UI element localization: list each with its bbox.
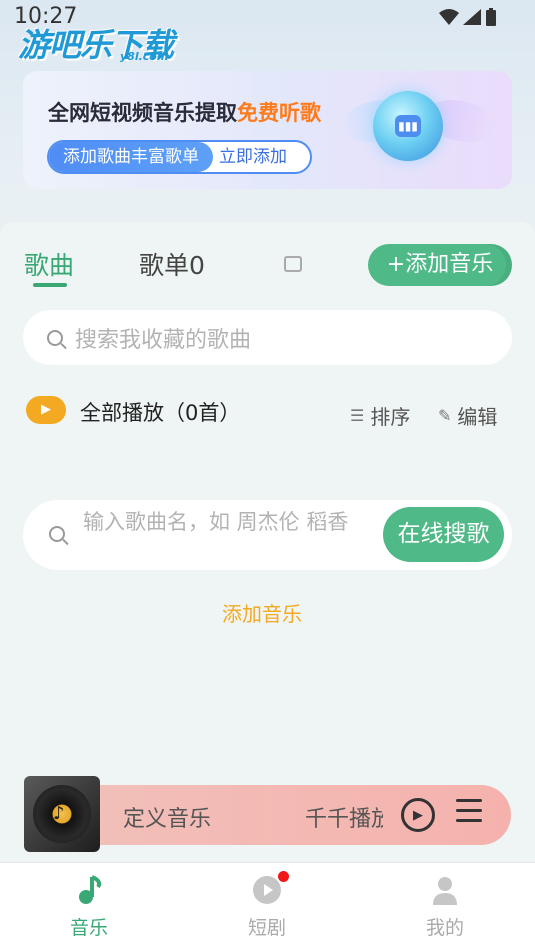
banner-add-pill[interactable]: 添加歌曲丰富歌单 立即添加 (47, 140, 312, 174)
play-all-icon[interactable]: ▶ (26, 396, 66, 424)
sort-icon: ☰ (350, 406, 365, 425)
add-music-link[interactable]: 添加音乐 (222, 598, 302, 627)
banner-pill-left-label: 添加歌曲丰富歌单 (49, 142, 213, 172)
sort-button[interactable]: ☰ 排序 (350, 401, 410, 430)
playlist-icon[interactable] (456, 799, 482, 827)
audio-wave-icon: ▮▮▮ (395, 115, 421, 137)
video-play-icon (227, 871, 307, 907)
promo-banner[interactable]: 全网短视频音乐提取免费听歌 添加歌曲丰富歌单 立即添加 ▮▮▮ (23, 71, 512, 189)
online-search-box: 输入歌曲名，如 周杰伦 稻香 在线搜歌 (23, 500, 512, 570)
edit-button[interactable]: ✎ 编辑 (438, 401, 497, 430)
music-note-icon: ♪ (53, 803, 65, 824)
nav-mine[interactable]: 我的 (405, 873, 485, 940)
play-icon[interactable]: ▶ (401, 798, 435, 832)
logo-watermark: 游吧乐下载 y8l.com (18, 20, 188, 64)
nav-drama-label: 短剧 (247, 917, 286, 939)
banner-add-now-label: 立即添加 (219, 147, 287, 167)
sort-label: 排序 (370, 405, 411, 429)
music-orb-icon: ▮▮▮ (373, 91, 443, 161)
battery-icon (486, 8, 496, 26)
add-music-button[interactable]: +添加音乐 (368, 244, 512, 286)
play-all-label[interactable]: 全部播放（0首） (80, 397, 240, 427)
notification-dot (278, 871, 289, 882)
favorites-search-placeholder: 搜索我收藏的歌曲 (75, 327, 252, 353)
search-icon (47, 329, 63, 346)
logo-subtext: y8l.com (120, 50, 169, 63)
music-note-icon (49, 873, 129, 907)
bottom-nav: 音乐 短剧 我的 (0, 862, 535, 951)
search-icon (49, 526, 65, 542)
nav-drama[interactable]: 短剧 (227, 871, 307, 940)
nav-music[interactable]: 音乐 (49, 873, 129, 940)
edit-playlist-icon[interactable] (284, 256, 302, 272)
banner-title-main: 全网短视频音乐提取 (48, 101, 237, 125)
user-icon (405, 873, 485, 907)
pen-icon: ✎ (438, 406, 452, 425)
tab-songs[interactable]: 歌曲 (24, 246, 74, 282)
album-cover[interactable]: ♪ (24, 776, 100, 852)
status-icons (439, 8, 497, 26)
edit-label: 编辑 (457, 405, 498, 429)
nav-mine-label: 我的 (425, 917, 464, 939)
player-song-title: 定义音乐 (123, 807, 212, 832)
online-search-input[interactable]: 输入歌曲名，如 周杰伦 稻香 (83, 508, 378, 536)
signal-icon (463, 9, 481, 25)
nav-music-label: 音乐 (69, 917, 108, 939)
banner-title: 全网短视频音乐提取免费听歌 (48, 97, 321, 127)
tab-playlists[interactable]: 歌单0 (139, 246, 205, 282)
favorites-search-input[interactable]: 搜索我收藏的歌曲 (23, 310, 512, 365)
online-search-button[interactable]: 在线搜歌 (383, 507, 504, 562)
banner-title-highlight: 免费听歌 (237, 101, 321, 125)
player-scroll-text: 千千播放 (305, 807, 383, 832)
wifi-icon (439, 9, 459, 25)
tab-songs-underline (33, 283, 67, 287)
